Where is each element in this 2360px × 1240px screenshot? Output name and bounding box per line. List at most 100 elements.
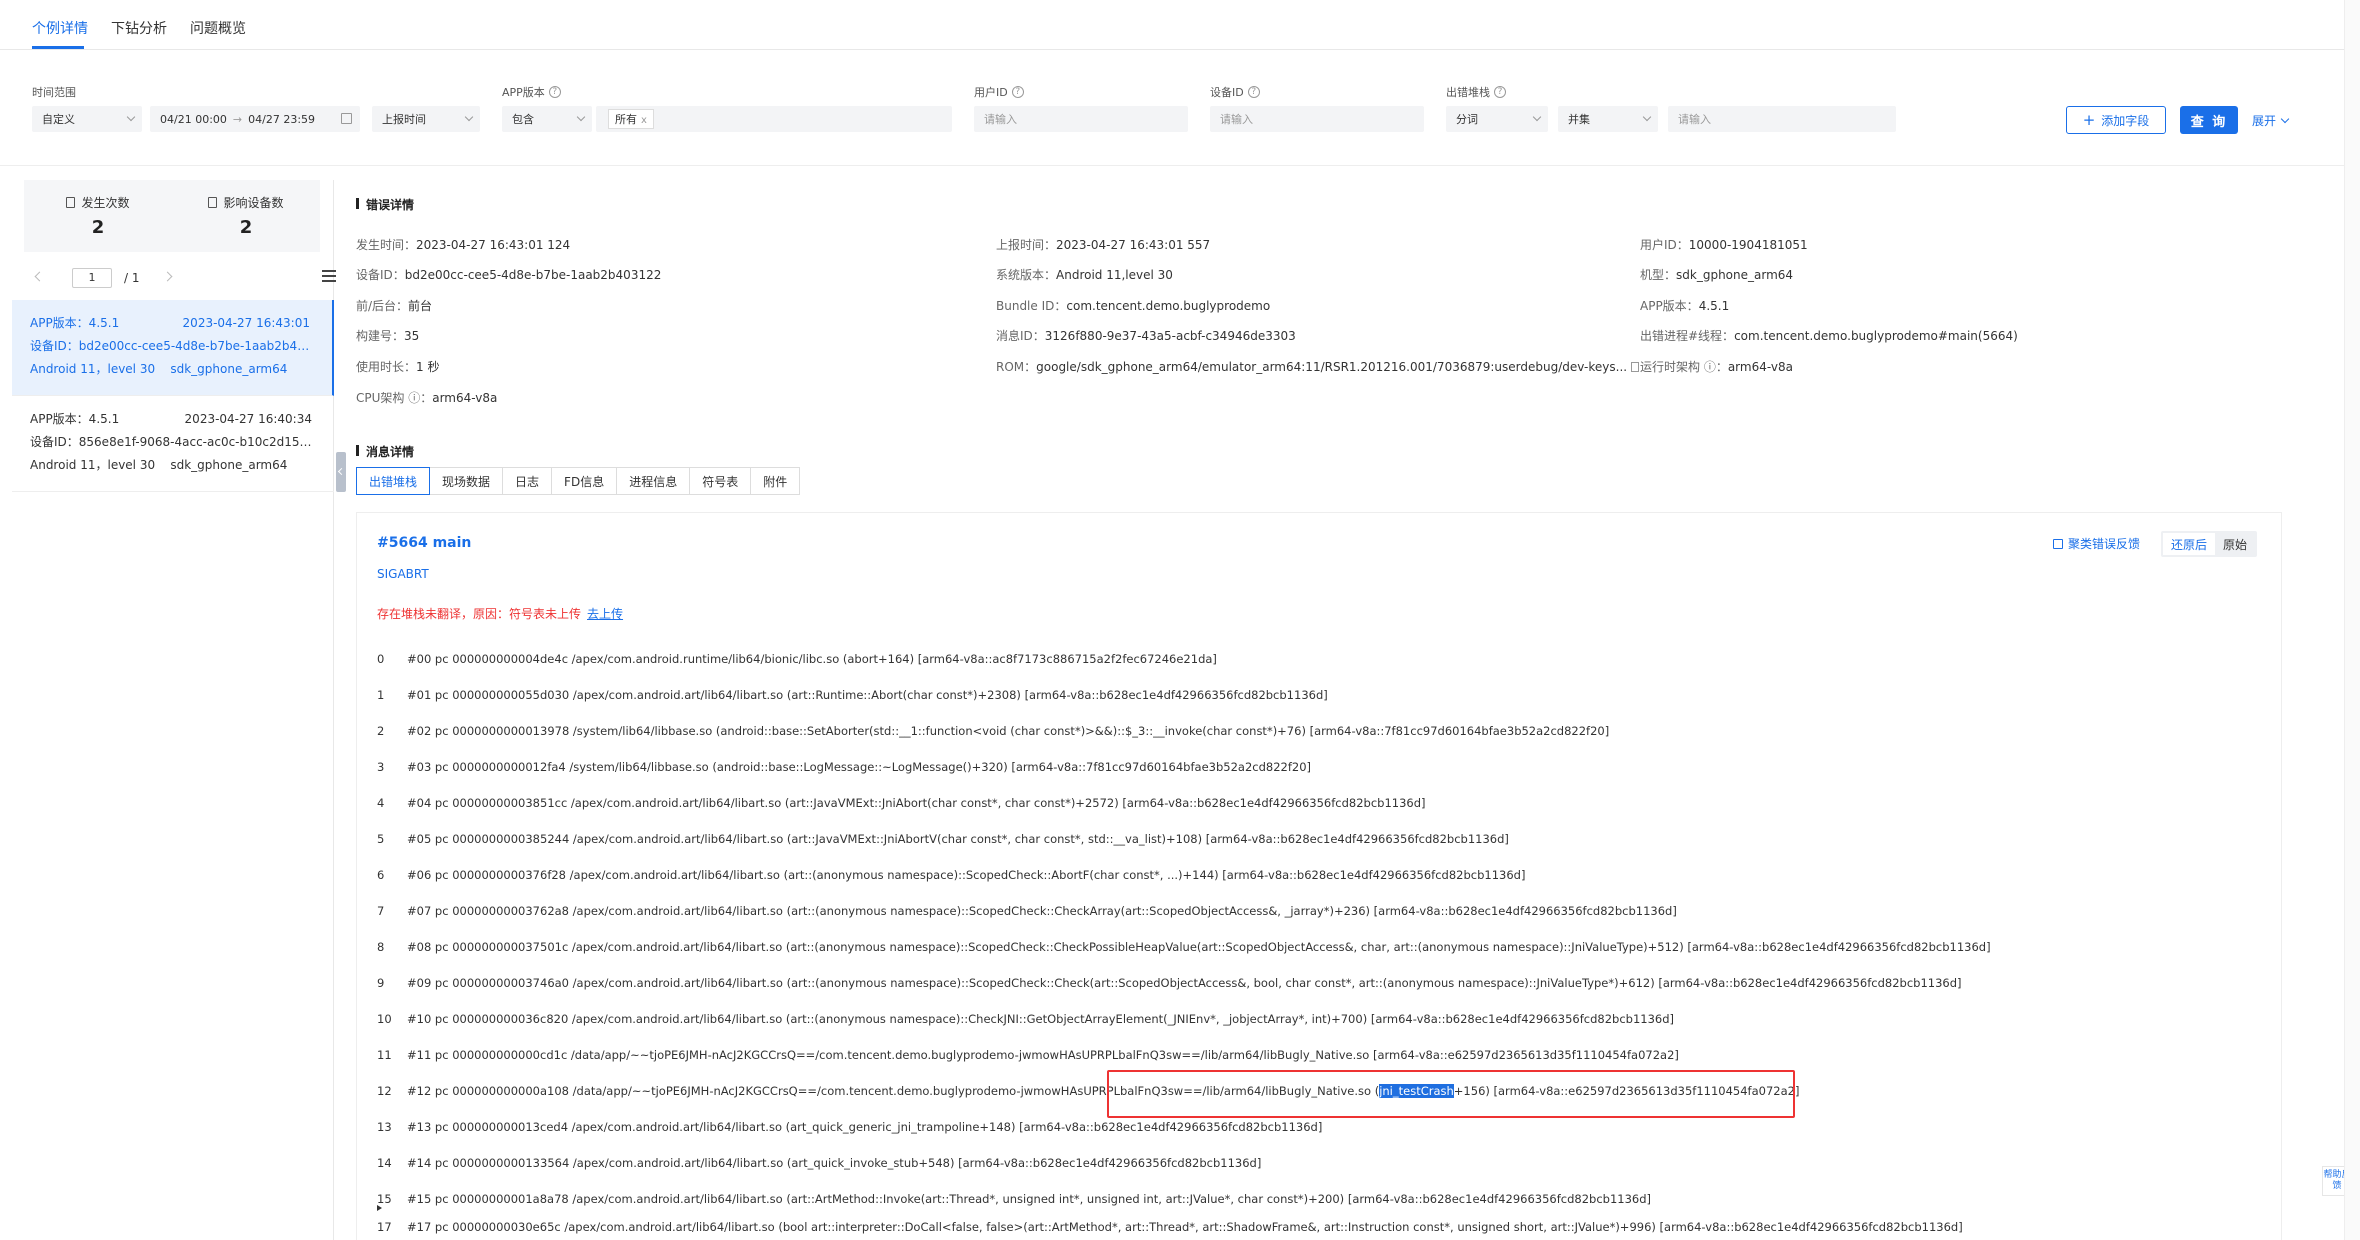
add-field-button[interactable]: + 添加字段 <box>2066 106 2166 134</box>
page-total: / 1 <box>124 271 140 285</box>
chevron-left-icon[interactable] <box>34 271 45 282</box>
error-stack-input[interactable]: 请输入 <box>1668 106 1896 132</box>
user-id-input[interactable]: 请输入 <box>974 106 1188 132</box>
stack-frame[interactable]: 13 #13 pc 000000000013ced4 /apex/com.andr… <box>377 1120 1322 1134</box>
frame-index: 9 <box>377 976 385 990</box>
devices-stat: 影响设备数 2 <box>172 194 320 238</box>
detail-value: google/sdk_gphone_arm64/emulator_arm64:1… <box>1036 360 1628 374</box>
list-item[interactable]: APP版本：4.5.1 2023-04-27 16:43:01 设备ID：bd2… <box>12 300 334 396</box>
collapse-panel-handle[interactable] <box>336 452 346 492</box>
detail-value: com.tencent.demo.buglyprodemo <box>1066 299 1271 313</box>
frame-text: #04 pc 00000000003851cc /apex/com.androi… <box>407 796 1426 810</box>
stack-frame[interactable]: 11 #11 pc 000000000000cd1c /data/app/~~tj… <box>377 1048 1679 1062</box>
stack-frame[interactable]: 2 #02 pc 0000000000013978 /system/lib64/l… <box>377 724 1609 738</box>
detail-key: 用户ID： <box>1640 238 1689 252</box>
scrollbar[interactable] <box>2344 0 2360 1240</box>
pager: 1 / 1 <box>24 268 336 292</box>
tab-error-stack[interactable]: 出错堆栈 <box>356 467 431 495</box>
detail-field: 机型：sdk_gphone_arm64 <box>1640 266 1793 283</box>
stack-frame[interactable]: 0 #00 pc 000000000004de4c /apex/com.andro… <box>377 652 1217 666</box>
frame-text: #05 pc 0000000000385244 /apex/com.androi… <box>407 832 1509 846</box>
detail-value: com.tencent.demo.buglyprodemo#main(5664) <box>1734 329 2018 343</box>
detail-field: 使用时长：1 秒 <box>356 358 439 375</box>
stack-frame[interactable]: 1 #01 pc 000000000055d030 /apex/com.andro… <box>377 688 1328 702</box>
detail-key: 前/后台： <box>356 299 409 313</box>
stack-frame[interactable]: 8 #08 pc 000000000037501c /apex/com.andro… <box>377 940 1991 954</box>
tab-drilldown[interactable]: 下钻分析 <box>111 18 167 38</box>
stack-frame[interactable]: 9 #09 pc 00000000003746a0 /apex/com.andro… <box>377 976 1962 990</box>
detail-key: 设备ID： <box>356 268 405 282</box>
detail-field: 系统版本：Android 11,level 30 <box>996 266 1173 283</box>
tab-symbol-table[interactable]: 符号表 <box>690 467 752 495</box>
close-icon[interactable]: x <box>641 115 647 126</box>
stack-set-select[interactable]: 并集 <box>1558 106 1658 132</box>
active-tab-indicator <box>32 46 84 49</box>
thread-title[interactable]: #5664 main <box>377 535 471 551</box>
time-mode-select[interactable]: 自定义 <box>32 106 142 132</box>
toggle-raw[interactable]: 原始 <box>2215 533 2255 555</box>
plus-icon: + <box>2082 111 2096 129</box>
stack-frame[interactable]: 7 #07 pc 00000000003762a8 /apex/com.andro… <box>377 904 1677 918</box>
filter-bar: 时间范围 自定义 04/21 00:00 → 04/27 23:59 上报时间 … <box>0 50 2360 166</box>
help-icon[interactable]: ? <box>1011 86 1024 98</box>
chevron-right-icon[interactable] <box>162 271 173 282</box>
app-version-tags[interactable]: 所有 x <box>596 106 952 132</box>
tab-process-info[interactable]: 进程信息 <box>617 467 691 495</box>
help-icon[interactable]: ? <box>1247 86 1260 98</box>
user-id-label: 用户ID? <box>974 84 1024 100</box>
detail-value: 2023-04-27 16:43:01 557 <box>1056 238 1211 252</box>
detail-field: APP版本：4.5.1 <box>1640 297 1729 314</box>
frame-index: 14 <box>377 1156 392 1170</box>
query-button[interactable]: 查 询 <box>2180 106 2238 134</box>
help-icon[interactable]: ? <box>548 86 561 98</box>
frame-index: 10 <box>377 1012 392 1026</box>
occurrence-list-panel: 发生次数 2 影响设备数 2 1 / 1 APP版本：4.5.1 2023-04… <box>12 180 336 1240</box>
upload-link[interactable]: 去上传 <box>587 607 623 621</box>
tab-scene-data[interactable]: 现场数据 <box>430 467 504 495</box>
stack-mode-select[interactable]: 分词 <box>1446 106 1548 132</box>
frame-index: 2 <box>377 724 385 738</box>
tab-fd-info[interactable]: FD信息 <box>552 467 618 495</box>
tab-log[interactable]: 日志 <box>503 467 553 495</box>
page-input[interactable]: 1 <box>72 268 112 288</box>
date-end[interactable]: 04/27 23:59 <box>248 113 315 126</box>
help-icon[interactable]: ? <box>1494 86 1506 98</box>
stack-frame[interactable]: 15 #15 pc 00000000001a8a78 /apex/com.andr… <box>377 1192 1651 1206</box>
frame-index: 8 <box>377 940 385 954</box>
copy-icon[interactable] <box>1631 362 1640 372</box>
expand-button[interactable]: 展开 <box>2252 112 2290 129</box>
list-menu-icon[interactable] <box>322 270 336 282</box>
stack-frame[interactable]: 14 #14 pc 0000000000133564 /apex/com.andr… <box>377 1156 1261 1170</box>
stack-frame[interactable]: 17 #17 pc 00000000030e65c /apex/com.andro… <box>377 1220 1963 1234</box>
date-start[interactable]: 04/21 00:00 <box>160 113 227 126</box>
chevron-down-icon <box>464 112 474 122</box>
list-item[interactable]: APP版本：4.5.1 2023-04-27 16:40:34 设备ID：856… <box>12 396 334 492</box>
expand-triangle-icon[interactable] <box>377 1205 382 1211</box>
frame-text: #06 pc 0000000000376f28 /apex/com.androi… <box>407 868 1526 882</box>
stack-frame[interactable]: 10 #10 pc 000000000036c820 /apex/com.andr… <box>377 1012 1674 1026</box>
detail-field: 设备ID：bd2e00cc-cee5-4d8e-b7be-1aab2b40312… <box>356 266 661 283</box>
stack-frame[interactable]: 5 #05 pc 0000000000385244 /apex/com.andro… <box>377 832 1509 846</box>
detail-field: Bundle ID：com.tencent.demo.buglyprodemo <box>996 297 1270 314</box>
toggle-restored[interactable]: 还原后 <box>2163 533 2216 555</box>
tab-case-detail[interactable]: 个例详情 <box>32 18 88 38</box>
tab-attachments[interactable]: 附件 <box>751 467 801 495</box>
tab-overview[interactable]: 问题概览 <box>190 18 246 38</box>
device-id-label: 设备ID? <box>1210 84 1260 100</box>
detail-key: ROM： <box>996 360 1037 374</box>
app-version-op-select[interactable]: 包含 <box>502 106 592 132</box>
stack-frame[interactable]: 6 #06 pc 0000000000376f28 /apex/com.andro… <box>377 868 1525 882</box>
frame-text: #00 pc 000000000004de4c /apex/com.androi… <box>407 652 1217 666</box>
date-range-picker[interactable]: 04/21 00:00 → 04/27 23:59 <box>150 106 360 132</box>
time-type-select[interactable]: 上报时间 <box>372 106 480 132</box>
frame-text: #09 pc 00000000003746a0 /apex/com.androi… <box>407 976 1962 990</box>
stack-frame[interactable]: 3 #03 pc 0000000000012fa4 /system/lib64/l… <box>377 760 1311 774</box>
detail-key: 出错进程#线程： <box>1640 329 1735 343</box>
device-id-input[interactable]: 请输入 <box>1210 106 1424 132</box>
stack-frame[interactable]: 4 #04 pc 00000000003851cc /apex/com.andro… <box>377 796 1426 810</box>
detail-field: 运行时架构 ⓘ：arm64-v8a <box>1640 358 1793 375</box>
detail-value: 35 <box>404 329 420 343</box>
frame-index: 1 <box>377 688 385 702</box>
cluster-feedback-button[interactable]: 聚类错误反馈 <box>2053 535 2140 552</box>
frame-index: 13 <box>377 1120 392 1134</box>
